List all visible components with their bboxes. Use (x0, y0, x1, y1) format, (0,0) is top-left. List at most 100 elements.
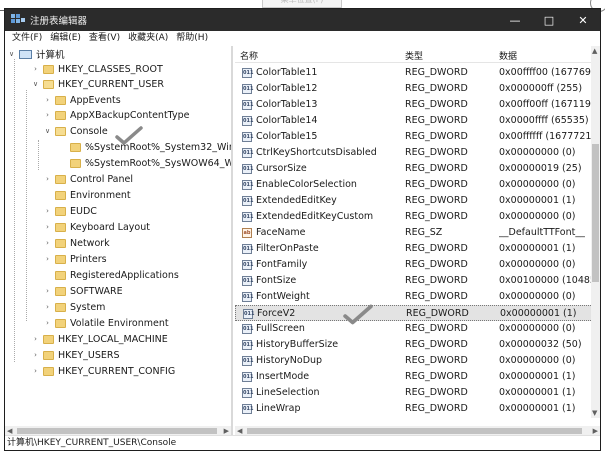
value-row[interactable]: 011 LineWrap REG_DWORD 0x00000001 (1) (235, 401, 595, 417)
menu-file[interactable]: 文件(F) (8, 31, 46, 46)
scroll-down-icon[interactable]: ▼ (592, 409, 597, 417)
menu-help[interactable]: 帮助(H) (172, 31, 212, 46)
chevron-right-icon[interactable]: › (43, 287, 52, 295)
tree-node-console[interactable]: ∨ Console (43, 124, 108, 138)
tree-label: 计算机 (36, 50, 65, 61)
chevron-right-icon[interactable]: › (31, 367, 40, 375)
chevron-right-icon[interactable]: › (43, 175, 52, 183)
tree-node-system32[interactable]: %SystemRoot%_System32_Wind (67, 140, 231, 154)
scroll-thumb[interactable] (17, 428, 217, 434)
close-button[interactable]: ✕ (566, 9, 600, 31)
tree-node-control-panel[interactable]: › Control Panel (43, 172, 133, 186)
value-row[interactable]: 011 ColorTable15 REG_DWORD 0x00ffffff (1677… (235, 129, 595, 145)
value-row[interactable]: 011 FilterOnPaste REG_DWORD 0x00000001 (1) (235, 241, 595, 257)
value-row[interactable]: 011 EnableColorSelection REG_DWORD 0x000000… (235, 177, 595, 193)
value-data: 0x00000000 (0) (499, 323, 576, 334)
chevron-right-icon[interactable]: › (43, 111, 52, 119)
value-name: InsertMode (256, 371, 310, 382)
tree-node-software[interactable]: › SOFTWARE (43, 284, 123, 298)
menu-favorites[interactable]: 收藏夹(A) (124, 31, 172, 46)
value-row[interactable]: 011FontSize REG_DWORD 0x00100000 (1048576 (235, 273, 595, 289)
tree-label: HKEY_CURRENT_CONFIG (58, 365, 176, 377)
tree-node-printers[interactable]: › Printers (43, 252, 106, 266)
tree-node-computer[interactable]: ∨ 计算机 (7, 47, 65, 61)
value-row[interactable]: 011 FontWeight REG_DWORD 0x00000000 (0) (235, 289, 595, 305)
title-bar[interactable]: 注册表编辑器 — □ ✕ (5, 9, 600, 31)
folder-icon (55, 286, 66, 296)
tree-node-hkcc[interactable]: › HKEY_CURRENT_CONFIG (31, 364, 175, 378)
value-type: REG_DWORD (405, 99, 468, 110)
tree-node-registered-applications[interactable]: RegisteredApplications (43, 268, 179, 282)
tree-node-hku[interactable]: › HKEY_USERS (31, 348, 119, 362)
tree-node-network[interactable]: › Network (43, 236, 110, 250)
chevron-right-icon[interactable]: › (43, 223, 52, 231)
menu-edit[interactable]: 编辑(E) (46, 31, 85, 46)
value-row[interactable]: 011 ColorTable13 REG_DWORD 0x00ff00ff (1671… (235, 97, 595, 113)
tree-node-volatile-environment[interactable]: › Volatile Environment (43, 316, 168, 330)
chevron-down-icon[interactable]: ∨ (43, 127, 52, 135)
chevron-down-icon[interactable]: ∨ (31, 80, 40, 88)
value-row[interactable]: 011 LineSelection REG_DWORD 0x00000001 (1) (235, 385, 595, 401)
tree-node-appx[interactable]: › AppXBackupContentType (43, 108, 189, 122)
value-row[interactable]: 011 ColorTable12 REG_DWORD 0x000000ff (255) (235, 81, 595, 97)
chevron-right-icon[interactable]: › (31, 351, 40, 359)
value-row[interactable]: ab FaceName REG_SZ __DefaultTTFont__ (235, 225, 595, 241)
value-row[interactable]: 011 FontFamily REG_DWORD 0x00000000 (0) (235, 257, 595, 273)
chevron-right-icon[interactable]: › (43, 239, 52, 247)
scroll-up-icon[interactable]: ▲ (592, 47, 597, 55)
value-type: REG_DWORD (405, 291, 468, 302)
tree-node-system[interactable]: › System (43, 300, 105, 314)
column-data[interactable]: 数据 (499, 49, 517, 62)
value-row[interactable]: 011 CursorSize REG_DWORD 0x00000019 (25) (235, 161, 595, 177)
maximize-button[interactable]: □ (532, 9, 566, 31)
chevron-right-icon[interactable]: › (43, 303, 52, 311)
value-row[interactable]: 011 ExtendedEditKey REG_DWORD 0x00000001 (1… (235, 193, 595, 209)
tree-node-appevents[interactable]: › AppEvents (43, 93, 121, 107)
folder-icon (43, 334, 54, 344)
scroll-thumb[interactable] (247, 428, 582, 434)
folder-icon (55, 318, 66, 328)
value-row[interactable]: 011 FullScreen REG_DWORD 0x00000000 (0) (235, 321, 595, 337)
key-tree-pane[interactable]: ∨ 计算机 › HKEY_CLASSES_ROOT ∨ HKEY_CURRENT… (5, 46, 233, 436)
scroll-right-icon[interactable]: ▶ (224, 427, 229, 435)
value-row[interactable]: 011 ExtendedEditKeyCustom REG_DWORD 0x00000… (235, 209, 595, 225)
chevron-right-icon[interactable]: › (31, 335, 40, 343)
tree-node-syswow64[interactable]: %SystemRoot%_SysWOW64_W (67, 156, 231, 170)
minimize-button[interactable]: — (498, 9, 532, 31)
values-vertical-scrollbar[interactable]: ▲ ▼ (591, 46, 600, 418)
scroll-left-icon[interactable]: ◀ (7, 427, 12, 435)
value-row[interactable]: 011 InsertMode REG_DWORD 0x00000001 (1) (235, 369, 595, 385)
tree-node-keyboard-layout[interactable]: › Keyboard Layout (43, 220, 150, 234)
scroll-thumb[interactable] (592, 144, 599, 282)
menu-view[interactable]: 查看(V) (85, 31, 124, 46)
value-type: REG_DWORD (405, 275, 468, 286)
folder-icon (55, 95, 66, 105)
value-row[interactable]: 011 HistoryNoDup REG_DWORD 0x00000000 (0) (235, 353, 595, 369)
value-row[interactable]: 011 CtrlKeyShortcutsDisabled REG_DWORD 0x00… (235, 145, 595, 161)
tree-node-eudc[interactable]: › EUDC (43, 204, 97, 218)
scroll-left-icon[interactable]: ◀ (237, 427, 242, 435)
value-row[interactable]: 011 ColorTable11 REG_DWORD 0x00ffff00 (1677… (235, 65, 595, 81)
column-name[interactable]: 名称 (240, 49, 258, 62)
value-row[interactable]: 011 ColorTable14 REG_DWORD 0x0000ffff (6553… (235, 113, 595, 129)
chevron-right-icon[interactable]: › (43, 207, 52, 215)
tree-label: Console (70, 125, 108, 137)
scroll-right-icon[interactable]: ▶ (593, 427, 598, 435)
value-name: ExtendedEditKeyCustom (256, 211, 374, 222)
tree-node-environment[interactable]: Environment (43, 188, 131, 202)
tree-node-hkcr[interactable]: › HKEY_CLASSES_ROOT (31, 62, 163, 76)
tree-node-hklm[interactable]: › HKEY_LOCAL_MACHINE (31, 332, 168, 346)
chevron-right-icon[interactable]: › (31, 65, 40, 73)
tree-node-hkcu[interactable]: ∨ HKEY_CURRENT_USER (31, 77, 164, 91)
values-pane[interactable]: 名称 类型 数据 011 ColorTable11 REG_DWORD 0x00fff… (235, 46, 600, 436)
value-row[interactable]: 011 ForceV2 REG_DWORD 0x00000001 (1) (235, 305, 595, 321)
chevron-right-icon[interactable]: › (43, 255, 52, 263)
chevron-down-icon[interactable]: ∨ (7, 50, 16, 58)
value-row[interactable]: 011 HistoryBufferSize REG_DWORD 0x00000032 … (235, 337, 595, 353)
tree-label: SOFTWARE (70, 285, 123, 297)
chevron-right-icon[interactable]: › (43, 96, 52, 104)
chevron-right-icon[interactable]: › (43, 319, 52, 327)
binary-value-icon: 011 (242, 340, 254, 350)
tree-label: RegisteredApplications (70, 269, 179, 281)
column-type[interactable]: 类型 (405, 49, 423, 62)
